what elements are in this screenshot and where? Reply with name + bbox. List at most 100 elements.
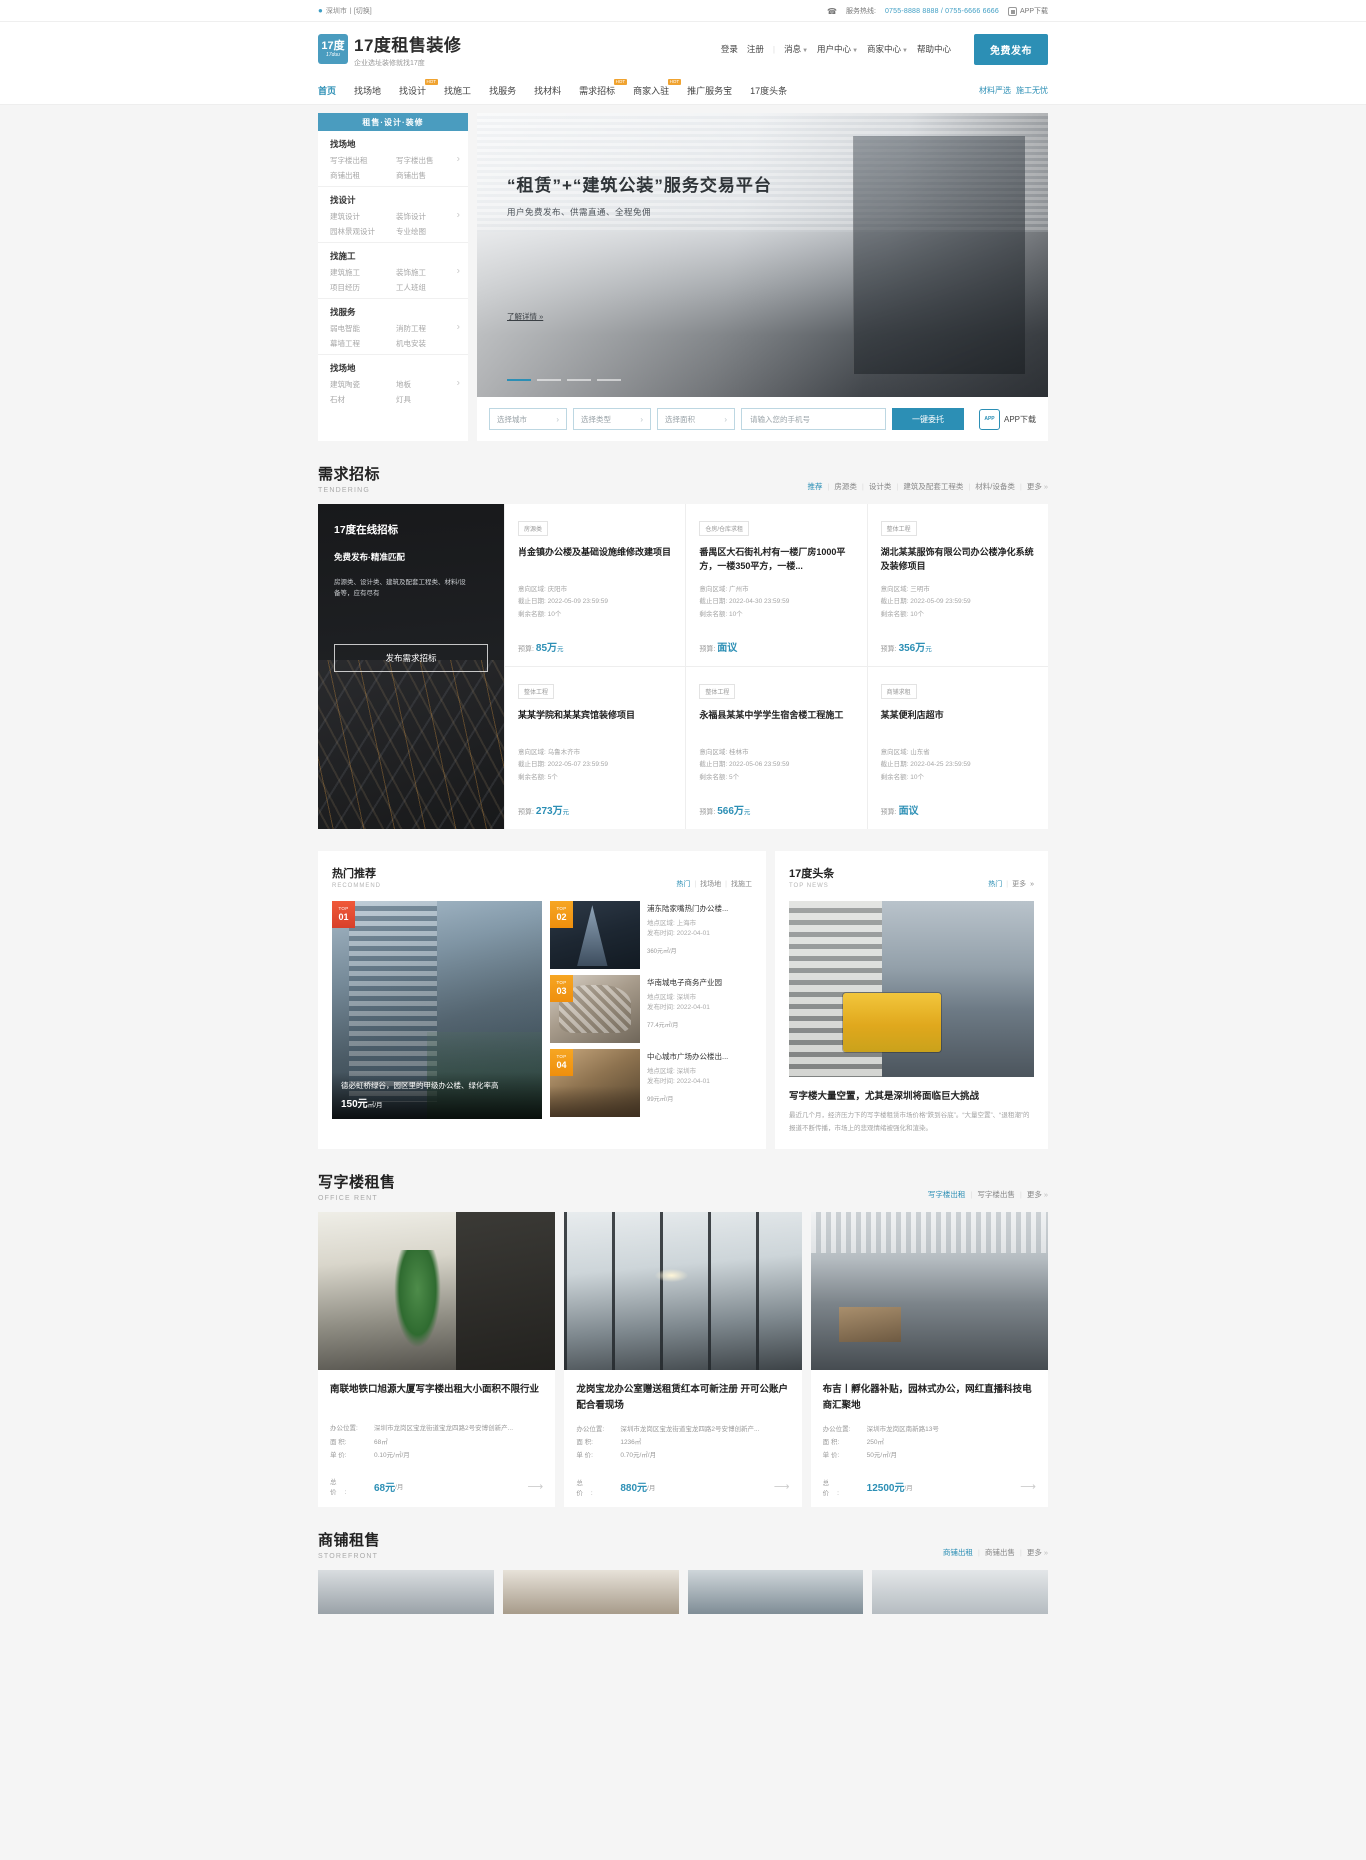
category-block-3[interactable]: 找服务 弱电智能 消防工程 幕墙工程 机电安装 › — [318, 299, 468, 355]
news-link-hot[interactable]: 热门 — [988, 879, 1002, 889]
tender-card[interactable]: 整体工程 某某学院和某某宾馆装修项目 意向区域: 乌鲁木齐市 截止日期: 2022-0… — [504, 667, 685, 830]
recommend-list-item[interactable]: TOP 03 华南城电子商务产业园 地点区域: 深圳市 发布时间: 2022-04-01… — [550, 975, 752, 1044]
news-hero-image[interactable] — [789, 901, 1034, 1078]
main-nav-item-9[interactable]: 17度头条 — [750, 84, 787, 97]
recommend-featured-card[interactable]: TOP 01 德必虹桥绿谷，园区里的甲级办公楼、绿化率高 150元㎡/月 — [332, 901, 542, 1120]
arrow-right-icon[interactable]: ⟶ — [528, 1480, 544, 1493]
banner-dot-0[interactable] — [507, 379, 531, 381]
category-block-4[interactable]: 找场地 建筑陶瓷 地板 石材 灯具 › — [318, 355, 468, 410]
tendering-more-link[interactable]: 更多» — [1027, 481, 1048, 492]
publish-free-button[interactable]: 免费发布 — [974, 33, 1048, 65]
banner-more-link[interactable]: 了解详情 » — [507, 311, 543, 322]
office-more-link[interactable]: 更多» — [1027, 1189, 1048, 1200]
hero-banner[interactable]: “租赁”+“建筑公装”服务交易平台 用户免费发布、供需直通、全程免佣 了解详情 … — [477, 113, 1048, 397]
office-filter-sale[interactable]: 写字楼出售 — [977, 1189, 1015, 1200]
header-nav-help-center[interactable]: 帮助中心 — [917, 43, 951, 55]
category-link[interactable]: 地板 — [396, 379, 458, 390]
select-area[interactable]: 选择面积 › — [657, 408, 735, 430]
recommend-item-title[interactable]: 中心城市广场办公楼出... — [647, 1051, 752, 1062]
tender-card[interactable]: 整体工程 湖北某某服饰有限公司办公楼净化系统及装修项目 意向区域: 三明市 截止日期:… — [866, 504, 1048, 668]
category-block-2[interactable]: 找施工 建筑施工 装饰施工 项目经历 工人班组 › — [318, 243, 468, 299]
tender-card-title[interactable]: 永福县某某中学学生宿舍楼工程施工 — [699, 709, 853, 737]
tender-card-title[interactable]: 番禺区大石街礼村有一楼厂房1000平方，一楼350平方，一楼... — [699, 546, 853, 574]
arrow-right-icon[interactable]: ⟶ — [1020, 1480, 1036, 1493]
category-link[interactable]: 机电安装 — [396, 338, 458, 349]
tender-card[interactable]: 仓房/仓库求租 番禺区大石街礼村有一楼厂房1000平方，一楼350平方，一楼...… — [685, 504, 867, 668]
main-nav-item-7[interactable]: 商家入驻 HOT — [633, 78, 682, 97]
main-nav-item-0[interactable]: 首页 — [318, 84, 336, 97]
tender-card[interactable]: 房源类 肖金镇办公楼及基础设施维修改建项目 意向区域: 庆阳市 截止日期: 2022-… — [504, 504, 686, 668]
tender-card-title[interactable]: 某某学院和某某宾馆装修项目 — [518, 709, 672, 737]
main-nav-item-2[interactable]: 找设计 HOT — [399, 78, 439, 97]
storefront-card[interactable] — [687, 1569, 864, 1614]
banner-dot-2[interactable] — [567, 379, 591, 381]
tender-card-title[interactable]: 某某便利店超市 — [881, 709, 1035, 737]
storefront-card[interactable] — [318, 1569, 494, 1614]
news-headline[interactable]: 写字楼大量空置，尤其是深圳将面临巨大挑战 — [789, 1088, 1034, 1102]
storefront-filter-rent[interactable]: 商铺出租 — [943, 1547, 973, 1558]
office-listing-card[interactable]: 布吉丨孵化器补贴，园林式办公，网红直播科技电商汇聚地 办公位置: 深圳市龙岗区南新路… — [810, 1212, 1048, 1507]
main-nav-item-5[interactable]: 找材料 — [534, 84, 561, 97]
category-link[interactable]: 石材 — [330, 394, 392, 405]
recommend-link-venue[interactable]: 找场地 — [700, 879, 721, 889]
tender-card[interactable]: 商铺求租 某某便利店超市 意向区域: 山东省 截止日期: 2022-04-25 23:… — [866, 667, 1048, 830]
category-link[interactable]: 写字楼出售 — [396, 155, 458, 166]
office-listing-title[interactable]: 南联地铁口旭源大厦写字楼出租大小面积不限行业 — [330, 1382, 543, 1412]
nav-right-link-1[interactable]: 施工无忧 — [1016, 85, 1048, 96]
tender-card-title[interactable]: 湖北某某服饰有限公司办公楼净化系统及装修项目 — [881, 546, 1035, 574]
recommend-item-title[interactable]: 浦东陆家嘴热门办公楼... — [647, 903, 752, 914]
category-link[interactable]: 装饰施工 — [396, 267, 458, 278]
category-link[interactable]: 建筑设计 — [330, 211, 392, 222]
storefront-card[interactable] — [502, 1569, 679, 1614]
category-link[interactable]: 弱电智能 — [330, 323, 392, 334]
main-nav-item-3[interactable]: 找施工 — [444, 84, 471, 97]
category-link[interactable]: 工人班组 — [396, 282, 458, 293]
entrust-submit-button[interactable]: 一键委托 — [891, 408, 964, 430]
category-link[interactable]: 专业绘图 — [396, 226, 458, 237]
nav-right-link-0[interactable]: 材料严选 — [979, 85, 1011, 96]
topbar-app-download[interactable]: APP下载 — [1007, 6, 1048, 16]
main-nav-item-4[interactable]: 找服务 — [489, 84, 516, 97]
recommend-list-item[interactable]: TOP 04 中心城市广场办公楼出... 地点区域: 深圳市 发布时间: 2022-04… — [550, 1049, 752, 1118]
logo[interactable]: 17度 17duu 17度租售装修 企业选址装修就找17度 — [318, 31, 461, 68]
topbar-location[interactable]: ● 深圳市丨[切换] — [318, 6, 372, 16]
storefront-card[interactable] — [872, 1569, 1048, 1614]
office-filter-rent[interactable]: 写字楼出租 — [928, 1189, 966, 1200]
header-nav-messages[interactable]: 消息▼ — [784, 43, 808, 55]
select-type[interactable]: 选择类型 › — [573, 408, 651, 430]
category-link[interactable]: 建筑陶瓷 — [330, 379, 392, 390]
category-link[interactable]: 装饰设计 — [396, 211, 458, 222]
category-block-1[interactable]: 找设计 建筑设计 装饰设计 园林景观设计 专业绘图 › — [318, 187, 468, 243]
tender-card-title[interactable]: 肖金镇办公楼及基础设施维修改建项目 — [518, 546, 672, 574]
header-nav-register[interactable]: 注册 — [747, 43, 764, 55]
category-link[interactable]: 幕墙工程 — [330, 338, 392, 349]
banner-dots[interactable] — [507, 379, 621, 381]
tendering-filter-3[interactable]: 建筑及配套工程类 — [903, 481, 963, 492]
tendering-filter-4[interactable]: 材料/设备类 — [975, 481, 1015, 492]
storefront-filter-sale[interactable]: 商铺出售 — [985, 1547, 1015, 1558]
recommend-link-construction[interactable]: 找施工 — [731, 879, 752, 889]
recommend-link-hot[interactable]: 热门 — [676, 879, 690, 889]
tender-card[interactable]: 整体工程 永福县某某中学学生宿舍楼工程施工 意向区域: 桂林市 截止日期: 2022-… — [685, 667, 866, 830]
category-link[interactable]: 商铺出售 — [396, 170, 458, 181]
category-link[interactable]: 建筑施工 — [330, 267, 392, 278]
banner-dot-3[interactable] — [597, 379, 621, 381]
category-link[interactable]: 项目经历 — [330, 282, 392, 293]
main-nav-item-6[interactable]: 需求招标 HOT — [579, 78, 628, 97]
select-city[interactable]: 选择城市 › — [489, 408, 567, 430]
office-listing-card[interactable]: 龙岗宝龙办公室赠送租赁红本可新注册 开可公账户配合看现场 办公位置: 深圳市龙岗区宝… — [564, 1212, 802, 1507]
news-link-more[interactable]: 更多 — [1012, 879, 1026, 889]
category-link[interactable]: 商铺出租 — [330, 170, 392, 181]
main-nav-item-8[interactable]: 推广服务宝 — [687, 84, 732, 97]
category-link[interactable]: 写字楼出租 — [330, 155, 392, 166]
storefront-more-link[interactable]: 更多» — [1027, 1547, 1048, 1558]
main-nav-item-1[interactable]: 找场地 — [354, 84, 381, 97]
category-block-0[interactable]: 找场地 写字楼出租 写字楼出售 商铺出租 商铺出售 › — [318, 131, 468, 187]
tendering-filter-2[interactable]: 设计类 — [869, 481, 892, 492]
recommend-list-item[interactable]: TOP 02 浦东陆家嘴热门办公楼... 地点区域: 上海市 发布时间: 2022-04… — [550, 901, 752, 970]
tendering-filter-0[interactable]: 推荐 — [807, 481, 822, 492]
office-listing-card[interactable]: 南联地铁口旭源大厦写字楼出租大小面积不限行业 办公位置: 深圳市龙岗区宝龙街道宝龙四… — [318, 1212, 556, 1507]
app-download-block[interactable]: APP APP下载 — [978, 408, 1036, 430]
office-listing-title[interactable]: 龙岗宝龙办公室赠送租赁红本可新注册 开可公账户配合看现场 — [576, 1382, 789, 1412]
category-link[interactable]: 园林景观设计 — [330, 226, 392, 237]
